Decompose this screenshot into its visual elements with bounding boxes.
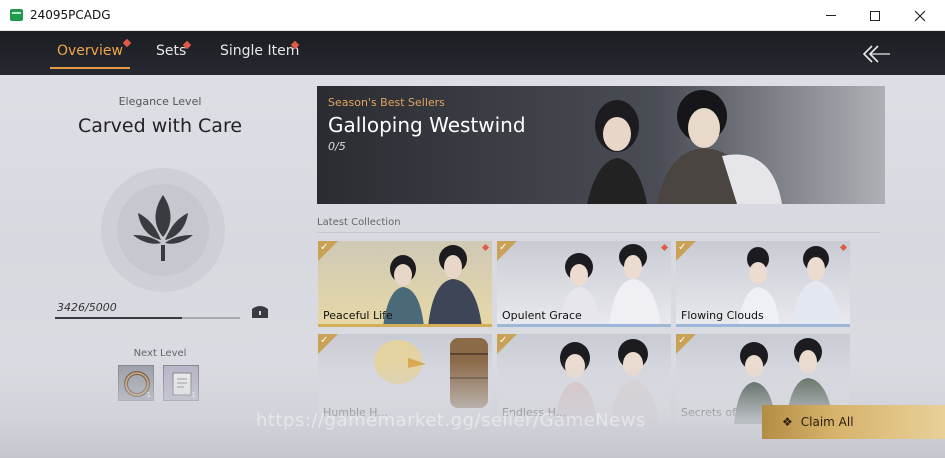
minimize-button[interactable] (808, 0, 854, 31)
banner-characters-image (587, 90, 782, 204)
chest-icon[interactable] (251, 305, 269, 319)
reward-count: 1 (191, 391, 196, 399)
claim-all-label: Claim All (800, 415, 854, 429)
card-underline (676, 324, 850, 327)
app-icon (10, 9, 23, 21)
diamond-cluster-icon: ❖ (782, 415, 793, 429)
tab-overview-notification-dot (122, 38, 132, 48)
banner-subtitle: Season's Best Sellers (328, 96, 445, 109)
tab-single-item[interactable]: Single Item (220, 43, 299, 59)
close-button[interactable] (897, 0, 943, 31)
maximize-button[interactable] (852, 0, 898, 31)
next-level-reward-scroll[interactable]: 1 (163, 365, 199, 401)
elegance-progress-fill (55, 317, 182, 319)
top-nav: Overview Sets Single Item (0, 31, 945, 75)
check-icon: ✓ (320, 242, 329, 253)
game-screen: Overview Sets Single Item Elegance Level… (0, 31, 945, 458)
lotus-emblem-icon (101, 168, 225, 292)
latest-collection-label: Latest Collection (317, 217, 401, 228)
collection-card-flowing-clouds[interactable]: ✓ Flowing Clouds (676, 241, 850, 327)
maximize-icon (870, 10, 880, 21)
window-titlebar: 24095PCADG (0, 0, 945, 31)
card-name: Opulent Grace (502, 309, 582, 322)
check-icon: ✓ (499, 242, 508, 253)
elegance-level-label: Elegance Level (118, 95, 202, 108)
owned-check-badge: ✓ (497, 334, 517, 354)
watermark-text: https://gamemarket.gg/seller/GameNews (256, 410, 646, 431)
owned-check-badge: ✓ (676, 241, 696, 261)
window-title: 24095PCADG (30, 8, 111, 22)
collection-card-opulent-grace[interactable]: ✓ Opulent Grace (497, 241, 671, 327)
card-underline (497, 324, 671, 327)
latest-collection-divider (317, 232, 880, 233)
elegance-progress-bar (55, 317, 240, 319)
banner-title: Galloping Westwind (328, 113, 526, 137)
owned-check-badge: ✓ (318, 241, 338, 261)
elegance-panel: Elegance Level Carved with Care 3426/500… (40, 75, 290, 458)
check-icon: ✓ (499, 335, 508, 346)
check-icon: ✓ (678, 242, 687, 253)
check-icon: ✓ (320, 335, 329, 346)
tab-sets[interactable]: Sets (156, 43, 186, 59)
elegance-level-value: Carved with Care (77, 115, 243, 137)
owned-check-badge: ✓ (497, 241, 517, 261)
reward-count: 1 (146, 391, 151, 399)
card-name: Secrets of... (681, 406, 746, 419)
check-icon: ✓ (678, 335, 687, 346)
next-level-reward-ring[interactable]: 1 (118, 365, 154, 401)
owned-check-badge: ✓ (676, 334, 696, 354)
claim-all-button[interactable]: ❖ Claim All (762, 405, 945, 439)
card-underline (318, 324, 492, 327)
back-icon[interactable] (858, 43, 894, 65)
close-icon (914, 10, 926, 21)
active-tab-indicator (50, 67, 130, 69)
tab-overview[interactable]: Overview (57, 43, 123, 59)
player-id: ID:4096637180 (68, 440, 138, 450)
card-name: Flowing Clouds (681, 309, 764, 322)
collection-card-peaceful-life[interactable]: ✓ Peaceful Life (318, 241, 492, 327)
best-sellers-banner[interactable]: Season's Best Sellers Galloping Westwind… (317, 86, 885, 204)
owned-check-badge: ✓ (318, 334, 338, 354)
elegance-progress-text: 3426/5000 (57, 301, 117, 314)
next-level-label: Next Level (133, 348, 187, 359)
card-name: Peaceful Life (323, 309, 393, 322)
minimize-icon (826, 15, 836, 16)
banner-count: 0/5 (328, 140, 346, 153)
